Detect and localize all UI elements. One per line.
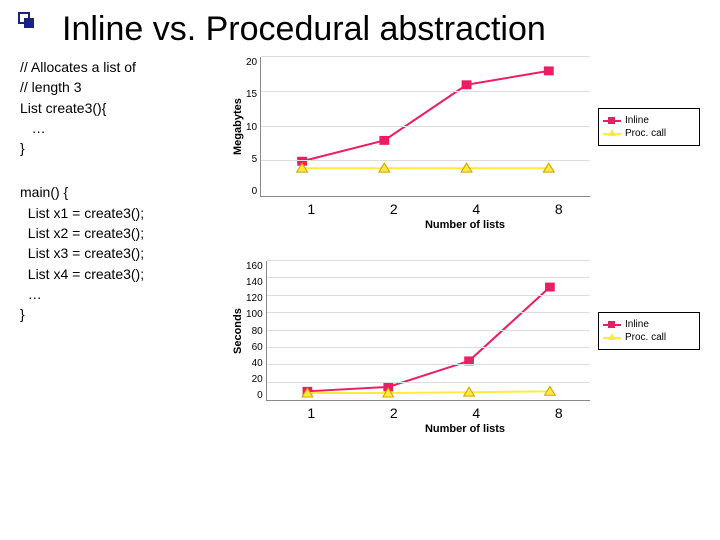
chart2-yaxis: 160140120100806040200	[246, 261, 266, 401]
chart1-yaxis: 20151050	[246, 57, 260, 197]
code-line: main() {	[20, 182, 220, 202]
code-block-create3: // Allocates a list of // length 3 List …	[20, 57, 220, 158]
chart-seconds: Seconds 160140120100806040200 Inline Pro…	[230, 261, 700, 441]
chart1-xlabel: Number of lists	[230, 219, 700, 231]
code-line: List create3(){	[20, 98, 220, 118]
slide: Inline vs. Procedural abstraction // All…	[0, 0, 720, 540]
code-line: …	[20, 284, 220, 304]
chart2-xlabel: Number of lists	[230, 423, 700, 435]
slide-title: Inline vs. Procedural abstraction	[62, 10, 700, 49]
code-line: List x2 = create3();	[20, 223, 220, 243]
code-line: List x3 = create3();	[20, 243, 220, 263]
chart1-plot-area	[260, 57, 590, 197]
code-line: …	[20, 118, 220, 138]
legend-proc-call: Proc. call	[625, 332, 666, 343]
legend-proc-call: Proc. call	[625, 128, 666, 139]
chart1-xticks: 1248	[270, 197, 600, 217]
charts-column: Megabytes 20151050 Inline Proc. call 124…	[230, 57, 700, 441]
code-line: // length 3	[20, 77, 220, 97]
legend-inline: Inline	[625, 115, 649, 126]
code-line: }	[20, 138, 220, 158]
code-column: // Allocates a list of // length 3 List …	[20, 57, 220, 441]
code-line: // Allocates a list of	[20, 57, 220, 77]
chart-megabytes: Megabytes 20151050 Inline Proc. call 124…	[230, 57, 700, 237]
code-block-main: main() { List x1 = create3(); List x2 = …	[20, 182, 220, 324]
chart2-legend: Inline Proc. call	[598, 312, 700, 350]
title-bullet-icon	[18, 12, 36, 30]
chart1-ylabel: Megabytes	[230, 57, 246, 197]
legend-inline: Inline	[625, 319, 649, 330]
code-line: List x1 = create3();	[20, 203, 220, 223]
chart2-ylabel: Seconds	[230, 261, 246, 401]
chart2-xticks: 1248	[270, 401, 600, 421]
chart1-legend: Inline Proc. call	[598, 108, 700, 146]
code-line: List x4 = create3();	[20, 264, 220, 284]
slide-body: // Allocates a list of // length 3 List …	[20, 57, 700, 441]
code-line: }	[20, 304, 220, 324]
chart2-plot-area	[266, 261, 590, 401]
